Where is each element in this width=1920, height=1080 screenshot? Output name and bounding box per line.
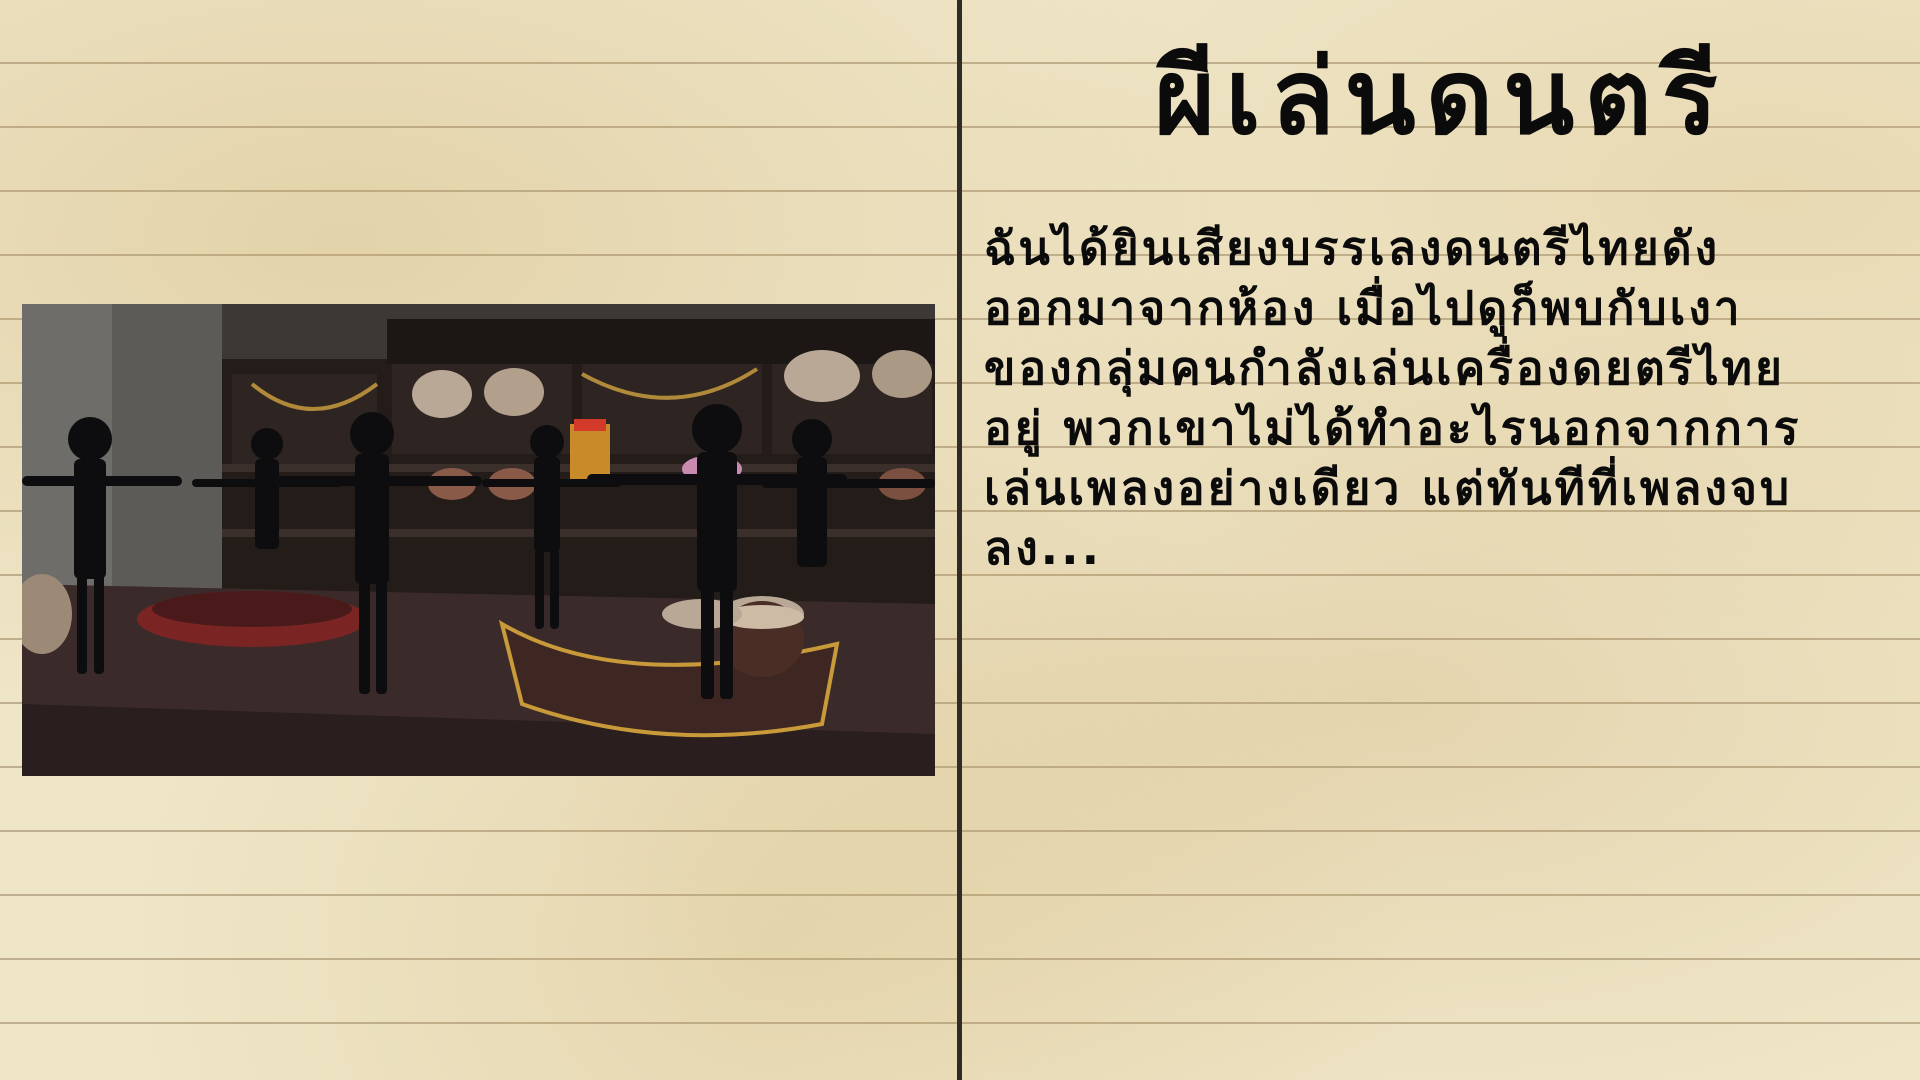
- story-line: ลง...: [984, 521, 1103, 575]
- story-text: ฉันได้ยินเสียงบรรเลงดนตรีไทยดัง ออกมาจาก…: [984, 218, 1904, 578]
- scene-illustration: [22, 304, 935, 776]
- story-line: ฉันได้ยินเสียงบรรเลงดนตรีไทยดัง: [984, 221, 1721, 275]
- story-line: เล่นเพลงอย่างเดียว แต่ทันทีที่เพลงจบ: [984, 461, 1793, 515]
- right-page: ผีเล่นดนตรี ฉันได้ยินเสียงบรรเลงดนตรีไทย…: [962, 0, 1920, 1080]
- left-page: [0, 0, 957, 1080]
- story-line: ของกลุ่มคนกำลังเล่นเครื่องดยตรีไทย: [984, 341, 1785, 395]
- music-room-scene-image: [22, 304, 935, 776]
- page-title: ผีเล่นดนตรี: [1154, 36, 1728, 158]
- story-line: ออกมาจากห้อง เมื่อไปดูก็พบกับเงา: [984, 281, 1743, 335]
- story-line: อยู่ พวกเขาไม่ได้ทำอะไรนอกจากการ: [984, 401, 1802, 455]
